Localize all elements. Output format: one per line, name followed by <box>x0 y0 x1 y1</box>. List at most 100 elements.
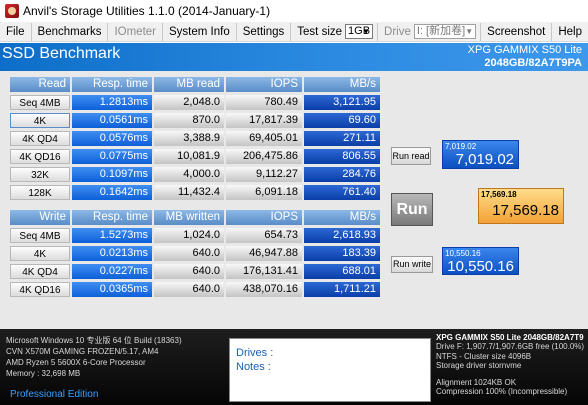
read-score-small: 7,019.02 <box>445 142 477 151</box>
write-row-label[interactable]: 4K QD4 <box>10 264 70 279</box>
device-serial: 2048GB/82A7T9PA <box>484 57 582 69</box>
chevron-down-icon: ▼ <box>465 27 474 36</box>
device-name: XPG GAMMIX S50 Lite 2048GB/82A7T9 <box>436 333 584 342</box>
menu-benchmarks[interactable]: Benchmarks <box>32 22 109 41</box>
write-mb: 1,024.0 <box>154 228 224 243</box>
device-info: XPG GAMMIX S50 Lite 2048GB/82A7T9 Drive … <box>436 333 584 397</box>
total-score-small: 17,569.18 <box>481 190 517 199</box>
write-resp: 0.0213ms <box>72 246 152 261</box>
write-row-label[interactable]: 4K <box>10 246 70 261</box>
run-read-button[interactable]: Run read <box>391 147 431 165</box>
read-mbs: 69.60 <box>304 113 380 128</box>
read-iops: 780.49 <box>226 95 302 110</box>
read-header-iops: IOPS <box>226 77 302 92</box>
write-header-label: Write <box>10 210 70 225</box>
read-resp: 1.2813ms <box>72 95 152 110</box>
read-row-label[interactable]: 4K QD4 <box>10 131 70 146</box>
read-resp: 0.0775ms <box>72 149 152 164</box>
device-compression: Compression 100% (Incompressible) <box>436 387 568 397</box>
drive-label: Drive <box>377 22 414 41</box>
benchmark-panel: Read Resp. time MB read IOPS MB/s Seq 4M… <box>0 71 588 329</box>
write-header-mbs: MB/s <box>304 210 380 225</box>
read-mb: 3,388.9 <box>154 131 224 146</box>
test-size-select[interactable]: 1GB ▼ <box>345 24 374 39</box>
write-iops: 438,070.16 <box>226 282 302 297</box>
write-row-label[interactable]: 4K QD16 <box>10 282 70 297</box>
write-iops: 46,947.88 <box>226 246 302 261</box>
device-fs: NTFS - Cluster size 4096B <box>436 351 532 361</box>
menu-screenshot[interactable]: Screenshot <box>480 22 553 41</box>
read-mb: 11,432.4 <box>154 185 224 200</box>
notes-box[interactable]: Drives : Notes : <box>229 338 431 402</box>
read-header-mb: MB read <box>154 77 224 92</box>
page-title: SSD Benchmark <box>2 45 121 62</box>
write-resp: 0.0365ms <box>72 282 152 297</box>
write-header-iops: IOPS <box>226 210 302 225</box>
drive-select[interactable]: I: [新加卷] ▼ <box>413 24 477 39</box>
write-mbs: 183.39 <box>304 246 380 261</box>
read-iops: 9,112.27 <box>226 167 302 182</box>
read-row-label[interactable]: 4K QD16 <box>10 149 70 164</box>
write-resp: 0.0227ms <box>72 264 152 279</box>
test-size-label: Test size <box>297 25 343 38</box>
read-iops: 206,475.86 <box>226 149 302 164</box>
read-resp: 0.0561ms <box>72 113 152 128</box>
write-score: 10,550.16 10,550.16 <box>442 247 519 275</box>
read-row-label[interactable]: 4K <box>10 113 70 128</box>
menu-file[interactable]: File <box>0 22 32 41</box>
app-icon <box>5 4 19 18</box>
write-resp: 1.5273ms <box>72 228 152 243</box>
notes-label: Notes : <box>236 361 271 373</box>
read-mb: 4,000.0 <box>154 167 224 182</box>
device-alignment: Alignment 1024KB OK <box>436 378 517 388</box>
run-write-button[interactable]: Run write <box>391 256 433 273</box>
read-row-label[interactable]: Seq 4MB <box>10 95 70 110</box>
menu-system-info[interactable]: System Info <box>163 22 237 41</box>
read-header-mbs: MB/s <box>304 77 380 92</box>
menu-help[interactable]: Help <box>552 23 588 41</box>
menu-settings[interactable]: Settings <box>237 22 292 41</box>
write-iops: 176,131.41 <box>226 264 302 279</box>
system-info: Microsoft Windows 10 专业版 64 位 Build (183… <box>6 335 182 379</box>
read-mb: 10,081.9 <box>154 149 224 164</box>
read-resp: 0.1642ms <box>72 185 152 200</box>
write-mb: 640.0 <box>154 246 224 261</box>
write-mb: 640.0 <box>154 282 224 297</box>
benchmark-banner: SSD Benchmark XPG GAMMIX S50 Lite 2048GB… <box>0 43 588 71</box>
read-resp: 0.0576ms <box>72 131 152 146</box>
read-row-label[interactable]: 128K <box>10 185 70 200</box>
menu-iometer[interactable]: IOmeter <box>108 22 163 41</box>
memory-info: Memory : 32,698 MB <box>6 369 81 378</box>
read-mbs: 284.76 <box>304 167 380 182</box>
write-score-small: 10,550.16 <box>445 249 481 258</box>
write-mbs: 688.01 <box>304 264 380 279</box>
window-title: Anvil's Storage Utilities 1.1.0 (2014-Ja… <box>23 4 271 18</box>
title-bar: Anvil's Storage Utilities 1.1.0 (2014-Ja… <box>0 0 588 22</box>
write-row-label[interactable]: Seq 4MB <box>10 228 70 243</box>
run-button[interactable]: Run <box>391 193 433 226</box>
write-mb: 640.0 <box>154 264 224 279</box>
read-header-label: Read <box>10 77 70 92</box>
device-free: Drive F: 1,907.7/1,907.6GB free (100.0%) <box>436 342 585 352</box>
write-mbs: 1,711.21 <box>304 282 380 297</box>
os-info: Microsoft Windows 10 专业版 64 位 Build (183… <box>6 336 182 345</box>
read-resp: 0.1097ms <box>72 167 152 182</box>
write-score-value: 10,550.16 <box>447 258 514 275</box>
write-header-resp: Resp. time <box>72 210 152 225</box>
total-score-value: 17,569.18 <box>492 202 559 219</box>
total-score: 17,569.18 17,569.18 <box>478 188 564 224</box>
read-iops: 69,405.01 <box>226 131 302 146</box>
read-iops: 17,817.39 <box>226 113 302 128</box>
cpu-info: AMD Ryzen 5 5600X 6-Core Processor <box>6 358 146 367</box>
read-mbs: 761.40 <box>304 185 380 200</box>
write-header-mb: MB written <box>154 210 224 225</box>
edition-label: Professional Edition <box>10 389 99 400</box>
read-score-value: 7,019.02 <box>455 151 514 168</box>
read-row-label[interactable]: 32K <box>10 167 70 182</box>
read-mbs: 806.55 <box>304 149 380 164</box>
read-mbs: 271.11 <box>304 131 380 146</box>
chevron-down-icon: ▼ <box>362 27 371 36</box>
drives-label: Drives : <box>236 347 274 359</box>
device-model: XPG GAMMIX S50 Lite <box>467 44 582 56</box>
